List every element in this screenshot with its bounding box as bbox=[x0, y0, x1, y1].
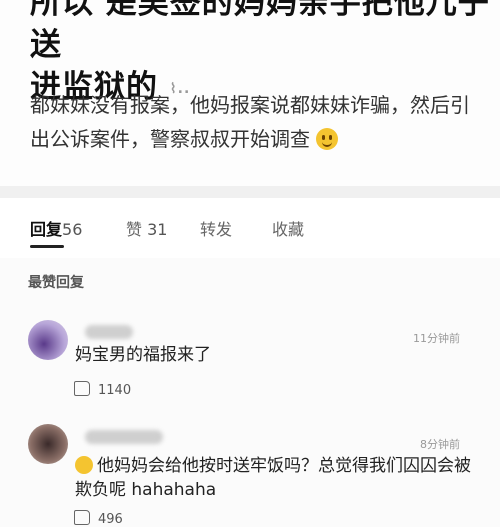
post-card: 所以 是吴签的妈妈亲手把他儿子送 进监狱的 ⌇.. 都妹妹没有报案，他妈报案说都… bbox=[0, 0, 500, 186]
tab-replies-label: 回复 bbox=[30, 220, 63, 239]
comment-text: 他妈妈会给他按时送牢饭吗？总觉得我们囚囚会被欺负呢 hahahaha bbox=[75, 456, 471, 500]
tab-replies-count: 56 bbox=[62, 220, 83, 239]
username-blurred[interactable] bbox=[85, 430, 163, 444]
like-button[interactable]: 1140 bbox=[74, 381, 131, 398]
tab-favorites[interactable]: 收藏 bbox=[272, 216, 304, 240]
comment-time: 8分钟前 bbox=[420, 438, 460, 451]
tab-reposts[interactable]: 转发 bbox=[200, 216, 232, 240]
username-blurred[interactable] bbox=[85, 325, 133, 339]
active-tab-indicator bbox=[30, 245, 64, 248]
tab-likes-label: 赞 bbox=[126, 220, 143, 239]
tab-replies[interactable]: 回复56 bbox=[30, 216, 82, 240]
avatar[interactable] bbox=[28, 424, 68, 464]
like-count: 496 bbox=[98, 512, 123, 527]
section-divider bbox=[0, 186, 500, 198]
tab-favorites-label: 收藏 bbox=[272, 220, 305, 239]
tab-bar: 回复56 赞 31 转发 收藏 bbox=[0, 198, 500, 258]
avatar[interactable] bbox=[28, 320, 68, 360]
crying-laugh-emoji-icon bbox=[75, 456, 93, 474]
comment-item[interactable]: 8分钟前 他妈妈会给他按时送牢饭吗？总觉得我们囚囚会被欺负呢 hahahaha … bbox=[0, 412, 500, 527]
like-count: 1140 bbox=[98, 383, 132, 398]
comment-item[interactable]: 11分钟前 妈宝男的福报来了 1140 bbox=[0, 305, 500, 410]
comment-text: 妈宝男的福报来了 bbox=[75, 345, 211, 365]
smile-emoji-icon bbox=[316, 128, 339, 150]
post-body-text: 都妹妹没有报案，他妈报案说都妹妹诈骗，然后引出公诉案件，警察叔叔开始调查 bbox=[30, 93, 470, 151]
post-title-line1: 所以 是吴签的妈妈亲手把他儿子送 bbox=[30, 0, 490, 63]
comment-text-wrap: 他妈妈会给他按时送牢饭吗？总觉得我们囚囚会被欺负呢 hahahaha bbox=[75, 454, 475, 502]
tab-reposts-label: 转发 bbox=[200, 220, 233, 239]
tab-likes[interactable]: 赞 31 bbox=[126, 216, 167, 240]
thumb-up-icon bbox=[74, 381, 90, 396]
tab-likes-count: 31 bbox=[147, 220, 168, 239]
thumb-up-icon bbox=[74, 510, 90, 525]
post-body: 都妹妹没有报案，他妈报案说都妹妹诈骗，然后引出公诉案件，警察叔叔开始调查 bbox=[30, 88, 480, 156]
section-title: 最赞回复 bbox=[28, 275, 84, 291]
